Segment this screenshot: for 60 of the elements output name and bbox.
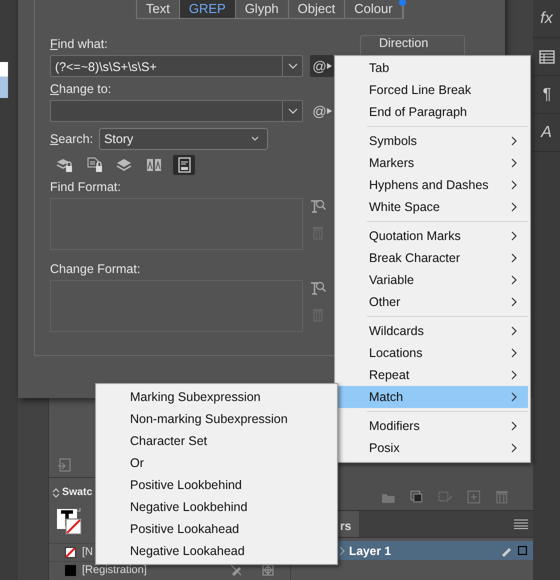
format-search-icon[interactable]	[310, 198, 326, 214]
field-label: Find what:	[50, 37, 108, 52]
menu-item[interactable]: Symbols	[337, 130, 528, 152]
tab[interactable]: GREP	[180, 0, 236, 18]
tab[interactable]: Object	[288, 0, 346, 18]
field-label: Change to:	[50, 82, 112, 97]
menu-item[interactable]: Posix	[337, 437, 528, 459]
special-character-button[interactable]: @	[310, 55, 334, 77]
panel-title: Swatc	[62, 485, 92, 500]
caret-icon	[326, 108, 332, 114]
menu-item[interactable]: Marking Subexpression	[98, 386, 335, 408]
selection-icon[interactable]	[438, 490, 452, 504]
menu-item[interactable]: Quotation Marks	[337, 225, 528, 247]
locked-layers-icon	[55, 156, 73, 174]
sort-icon	[52, 486, 60, 499]
add-icon[interactable]	[466, 490, 480, 504]
field-label: Change Format:	[50, 262, 140, 277]
caret-icon	[326, 63, 332, 69]
menu-item[interactable]: Variable	[337, 269, 528, 291]
menu-item[interactable]: Non-marking Subexpression	[98, 408, 335, 430]
copy-icon[interactable]	[410, 490, 424, 504]
menu-item[interactable]: Forced Line Break	[337, 79, 528, 101]
menu-item[interactable]: End of Paragraph	[337, 101, 528, 123]
tab[interactable]: Glyph	[236, 0, 289, 18]
menu-item[interactable]: Positive Lookahead	[98, 518, 335, 540]
menu-item[interactable]: Tab	[337, 57, 528, 79]
toolbar-button[interactable]: ¶	[542, 82, 551, 106]
field-label: Find Format:	[50, 180, 121, 195]
menu-item[interactable]: Markers	[337, 152, 528, 174]
menu-item[interactable]: Wildcards	[337, 320, 528, 342]
swatch-chip-icon	[65, 564, 76, 576]
table-icon[interactable]	[538, 50, 554, 64]
input-field[interactable]: (?<=~8)\s\S+\s\S+	[50, 55, 303, 77]
menu-item[interactable]: Modifiers	[337, 415, 528, 437]
menu-item[interactable]: Negative Lookbehind	[98, 496, 335, 518]
swatch-chip-icon	[65, 546, 76, 558]
thumbnail	[0, 62, 8, 98]
toolbar-button[interactable]: fx	[540, 6, 553, 30]
two-pages-icon	[145, 156, 163, 174]
menu-item[interactable]: Repeat	[337, 364, 528, 386]
menu-item[interactable]: Hyphens and Dashes	[337, 174, 528, 196]
locked-document-icon	[85, 156, 103, 174]
input-field[interactable]	[50, 100, 303, 122]
menu-icon[interactable]	[514, 519, 528, 529]
menu-item[interactable]: White Space	[337, 196, 528, 218]
menu-item[interactable]: Break Character	[337, 247, 528, 269]
dropdown[interactable]: Story	[99, 128, 268, 150]
menu-item[interactable]: Locations	[337, 342, 528, 364]
toolbar-button[interactable]: A	[541, 120, 552, 144]
menu-item[interactable]: Character Set	[98, 430, 335, 452]
menu-item[interactable]: Or	[98, 452, 335, 474]
menu-item[interactable]: Other	[337, 291, 528, 313]
page-icon[interactable]	[57, 457, 73, 473]
trash-icon[interactable]	[495, 490, 509, 504]
menu-item[interactable]: Match	[337, 386, 528, 408]
format-search-icon[interactable]	[310, 280, 326, 296]
field-label: Search:	[50, 132, 94, 146]
menu-item[interactable]: Positive Lookbehind	[98, 474, 335, 496]
special-character-button[interactable]: @	[310, 100, 334, 122]
search-option-button[interactable]	[173, 155, 195, 175]
